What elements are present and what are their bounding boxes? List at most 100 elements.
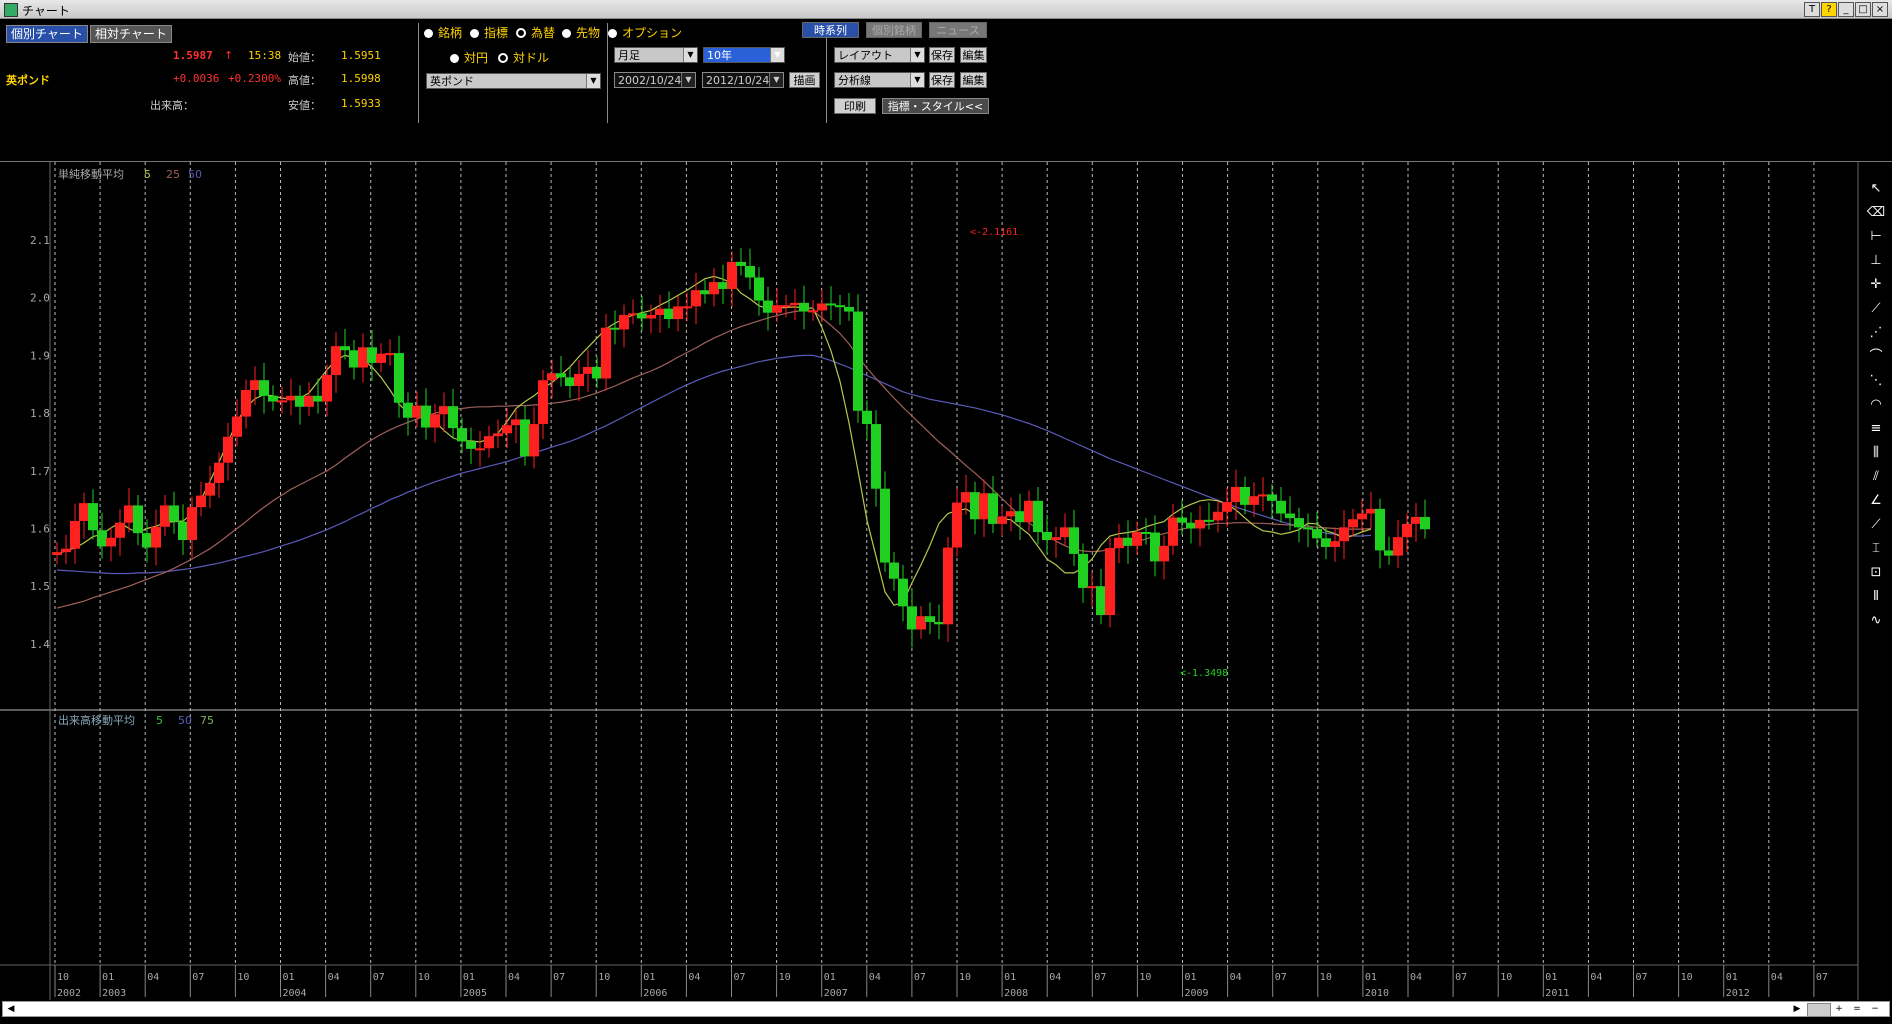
regression-icon[interactable]: ⟋ xyxy=(1866,516,1886,534)
month-label: 04 xyxy=(328,972,340,983)
indicator-style-button[interactable]: 指標・スタイル<< xyxy=(882,98,989,114)
radio-taidollar[interactable]: 対ドル xyxy=(498,49,549,66)
fib-arc-icon[interactable]: ◠ xyxy=(1866,396,1886,414)
box-icon[interactable]: ⊡ xyxy=(1866,564,1886,582)
maximize-icon[interactable]: □ xyxy=(1855,2,1871,17)
volume-label: 出来高： xyxy=(150,99,194,112)
candle-body xyxy=(700,290,710,295)
analysis-save-button[interactable]: 保存 xyxy=(929,72,955,88)
candle-body xyxy=(961,492,971,503)
radio-selected-icon xyxy=(516,28,526,38)
draw-button[interactable]: 描画 xyxy=(789,72,820,88)
candle-body xyxy=(1015,511,1025,523)
cycle-icon[interactable]: ⦀ xyxy=(1866,588,1886,606)
year-label: 2006 xyxy=(643,988,667,999)
scroll-thumb[interactable] xyxy=(1807,1003,1831,1017)
horizontal-scrollbar[interactable]: ◀ ▶ + = − xyxy=(2,1001,1890,1017)
zoom-reset-icon[interactable]: = xyxy=(1851,1003,1863,1015)
crosshair-icon[interactable]: ✛ xyxy=(1866,276,1886,294)
candle-body xyxy=(466,441,476,449)
chart-area[interactable]: 1.4 1.5 1.6 1.7 1.8 1.9 2.0 2.1 <-2.1161 <-1.349… xyxy=(0,162,1892,1000)
year-label: 2005 xyxy=(463,988,487,999)
zoom-in-icon[interactable]: + xyxy=(1833,1003,1845,1015)
horizontal-line-icon[interactable]: ⊢ xyxy=(1866,228,1886,246)
timeseries-button[interactable]: 時系列 xyxy=(802,22,859,38)
candle-body xyxy=(430,414,440,428)
candle-body xyxy=(250,380,260,391)
year-label: 2003 xyxy=(102,988,126,999)
candle-body xyxy=(997,516,1007,524)
minimize-icon[interactable]: _ xyxy=(1838,2,1854,17)
currency-select[interactable]: 英ポンド ▼ xyxy=(426,73,601,89)
print-button[interactable]: 印刷 xyxy=(834,98,876,114)
arc-icon[interactable]: ⌒ xyxy=(1866,348,1886,366)
analysis-edit-button[interactable]: 編集 xyxy=(960,72,987,88)
year-label: 2012 xyxy=(1726,988,1750,999)
t-icon[interactable]: T xyxy=(1804,2,1820,17)
date-from-input[interactable]: 2002/10/24 ▼ xyxy=(614,72,696,88)
zoom-out-icon[interactable]: − xyxy=(1869,1003,1881,1015)
month-label: 07 xyxy=(1455,972,1467,983)
fib-fan-icon[interactable]: ⋱ xyxy=(1866,372,1886,390)
candle-body xyxy=(241,390,251,417)
candle-body xyxy=(871,424,881,489)
candle-body xyxy=(259,380,269,396)
candle-body xyxy=(727,261,737,290)
candle-body xyxy=(484,436,494,449)
candle-body xyxy=(1087,586,1097,589)
scroll-right-icon[interactable]: ▶ xyxy=(1791,1003,1803,1015)
candle-body xyxy=(592,366,602,379)
fan-icon[interactable]: ⋰ xyxy=(1866,324,1886,342)
candle-body xyxy=(619,315,629,330)
vertical-line-icon[interactable]: ⊥ xyxy=(1866,252,1886,270)
eraser-icon[interactable]: ⌫ xyxy=(1866,204,1886,222)
gann-icon[interactable]: ∠ xyxy=(1866,492,1886,510)
analysis-select[interactable]: 分析線 ▼ xyxy=(834,72,925,88)
radio-meigara[interactable]: 銘柄 xyxy=(424,24,462,41)
radio-sakimono[interactable]: 先物 xyxy=(562,24,600,41)
cursor-icon[interactable]: ↖ xyxy=(1866,180,1886,198)
radio-option[interactable]: オプション xyxy=(608,24,682,41)
radio-shihyo[interactable]: 指標 xyxy=(470,24,508,41)
tab-individual-chart[interactable]: 個別チャート xyxy=(6,25,88,43)
candle-body xyxy=(565,377,575,386)
layout-edit-button[interactable]: 編集 xyxy=(960,47,987,63)
month-label: 10 xyxy=(959,972,971,983)
individual-meigara-button[interactable]: 個別銘柄 xyxy=(866,22,922,38)
candle-body xyxy=(952,502,962,548)
candle-body xyxy=(1150,532,1160,562)
fib-time-icon[interactable]: ⫼ xyxy=(1866,444,1886,462)
help-icon[interactable]: ? xyxy=(1821,2,1837,17)
ma25-series xyxy=(56,309,1372,609)
layout-select[interactable]: レイアウト ▼ xyxy=(834,47,925,63)
channel-icon[interactable]: ⫽ xyxy=(1866,468,1886,486)
candle-body xyxy=(1366,508,1376,514)
candle-body xyxy=(1051,537,1061,541)
month-label: 10 xyxy=(1320,972,1332,983)
candle-body xyxy=(106,537,116,547)
date-to-input[interactable]: 2012/10/24 ▼ xyxy=(702,72,784,88)
month-label: 07 xyxy=(1636,972,1648,983)
tab-relative-chart[interactable]: 相対チャート xyxy=(90,25,172,43)
radio-kawase[interactable]: 為替 xyxy=(516,24,555,41)
radio-taien[interactable]: 対円 xyxy=(450,49,488,66)
news-button[interactable]: ニュース xyxy=(929,22,987,38)
candle-body xyxy=(898,578,908,607)
candle-body xyxy=(1321,538,1331,547)
y-tick-label: 1.6 xyxy=(30,523,50,536)
candle-body xyxy=(1303,527,1313,530)
bracket-icon[interactable]: ⌶ xyxy=(1866,540,1886,558)
scroll-left-icon[interactable]: ◀ xyxy=(5,1003,17,1015)
range-select[interactable]: 10年 ▼ xyxy=(703,47,785,63)
close-icon[interactable]: × xyxy=(1872,2,1888,17)
candle-body xyxy=(538,380,548,425)
month-label: 10 xyxy=(598,972,610,983)
period-type-select[interactable]: 月足 ▼ xyxy=(614,47,698,63)
month-label: 10 xyxy=(237,972,249,983)
fib-retrace-icon[interactable]: ≡ xyxy=(1866,420,1886,438)
candle-body xyxy=(1123,537,1133,546)
wave-icon[interactable]: ∿ xyxy=(1866,612,1886,630)
layout-save-button[interactable]: 保存 xyxy=(929,47,955,63)
candle-body xyxy=(493,433,503,437)
trendline-icon[interactable]: ⟋ xyxy=(1866,300,1886,318)
